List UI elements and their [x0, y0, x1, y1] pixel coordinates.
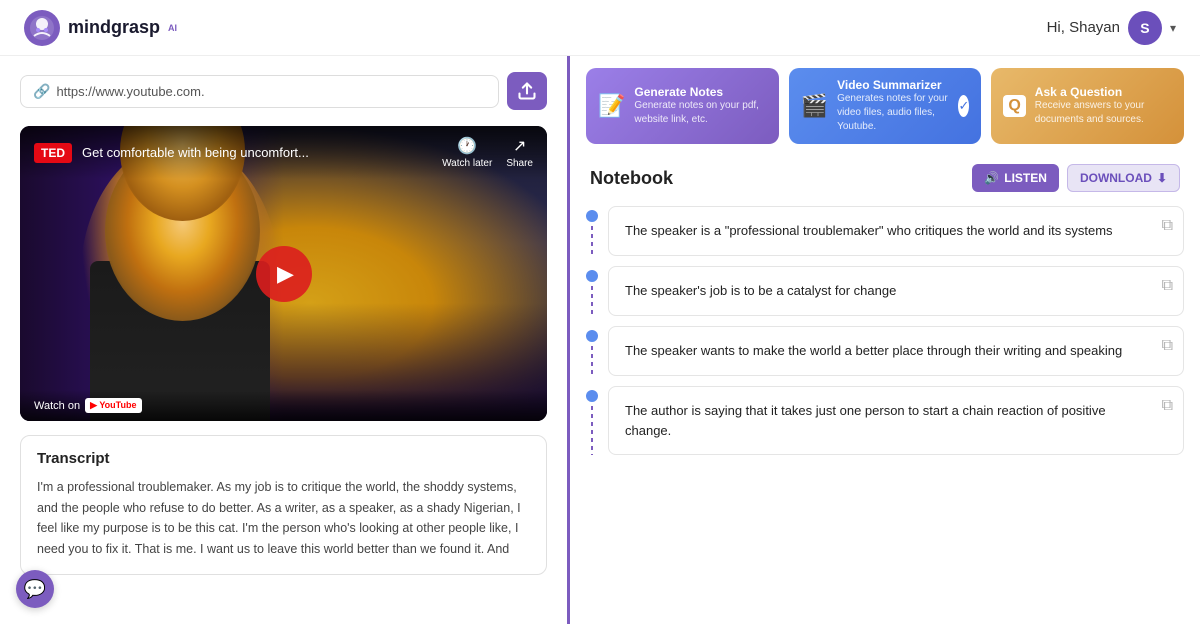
video-title: Get comfortable with being uncomfort... [82, 145, 432, 160]
greeting-text: Hi, Shayan [1047, 19, 1120, 36]
share-control[interactable]: ↗ Share [506, 136, 533, 169]
generate-text: Generate Notes Generate notes on your pd… [634, 85, 766, 127]
ask-desc: Receive answers to your documents and so… [1035, 99, 1172, 127]
notebook-title: Notebook [590, 168, 673, 189]
notes-list: The speaker is a "professional troublema… [570, 198, 1200, 624]
note-dot-1 [586, 210, 598, 222]
upload-icon [517, 81, 537, 101]
note-dot-4 [586, 390, 598, 402]
list-item: The speaker's job is to be a catalyst fo… [586, 266, 1184, 316]
chat-bubble[interactable]: 💬 [16, 570, 54, 608]
note-text-1: The speaker is a "professional troublema… [625, 223, 1141, 238]
ask-title: Ask a Question [1035, 85, 1172, 99]
url-input-wrap: 🔗 [20, 75, 499, 108]
listen-label: LISTEN [1004, 171, 1047, 185]
feature-card-generate[interactable]: 📝 Generate Notes Generate notes on your … [586, 68, 779, 144]
list-item: The speaker wants to make the world a be… [586, 326, 1184, 376]
watch-on-label: Watch on [34, 400, 80, 412]
watch-later-control[interactable]: 🕐 Watch later [442, 136, 492, 169]
url-input[interactable] [56, 84, 486, 99]
watch-later-label: Watch later [442, 158, 492, 169]
note-card-4: The author is saying that it takes just … [608, 386, 1184, 455]
play-icon: ▶ [277, 261, 294, 287]
logo[interactable]: mindgrasp AI [24, 10, 177, 46]
ted-badge: TED [34, 143, 72, 163]
video-summarizer-icon: 🎬 [801, 93, 828, 119]
video-text: Video Summarizer Generates notes for you… [837, 78, 949, 134]
generate-desc: Generate notes on your pdf, website link… [634, 99, 766, 127]
note-dot-col-1 [586, 206, 598, 256]
note-line-3 [591, 346, 593, 376]
clock-icon: 🕐 [457, 136, 477, 156]
note-dot-col-3 [586, 326, 598, 376]
speaker-icon: 🔊 [984, 171, 999, 185]
left-panel: 🔗 TED Get comfortable with bei [0, 56, 570, 624]
note-line-2 [591, 286, 593, 316]
generate-title: Generate Notes [634, 85, 766, 99]
video-controls-top: 🕐 Watch later ↗ Share [442, 136, 533, 169]
listen-button[interactable]: 🔊 LISTEN [972, 164, 1059, 192]
video-check-icon: ✓ [958, 95, 969, 117]
copy-icon-4[interactable]: ⧉ [1162, 397, 1173, 415]
chevron-down-icon[interactable]: ▾ [1170, 21, 1176, 35]
upload-button[interactable] [507, 72, 547, 110]
note-card-2: The speaker's job is to be a catalyst fo… [608, 266, 1184, 316]
header-right: Hi, Shayan S ▾ [1047, 11, 1176, 45]
note-card-3: The speaker wants to make the world a be… [608, 326, 1184, 376]
header: mindgrasp AI Hi, Shayan S ▾ [0, 0, 1200, 56]
link-icon: 🔗 [33, 83, 50, 100]
watch-on-youtube: Watch on ▶ YouTube [34, 398, 142, 413]
copy-icon-3[interactable]: ⧉ [1162, 337, 1173, 355]
note-dot-col-2 [586, 266, 598, 316]
chat-icon: 💬 [24, 579, 46, 600]
main-layout: 🔗 TED Get comfortable with bei [0, 56, 1200, 624]
video-title-feat: Video Summarizer [837, 78, 949, 92]
logo-icon [24, 10, 60, 46]
copy-icon-1[interactable]: ⧉ [1162, 217, 1173, 235]
note-dot-3 [586, 330, 598, 342]
download-icon: ⬇ [1157, 171, 1167, 185]
notebook-header: Notebook 🔊 LISTEN DOWNLOAD ⬇ [570, 156, 1200, 198]
right-panel: 📝 Generate Notes Generate notes on your … [570, 56, 1200, 624]
transcript-title: Transcript [37, 450, 530, 467]
notebook-actions: 🔊 LISTEN DOWNLOAD ⬇ [972, 164, 1180, 192]
logo-sup: AI [168, 23, 177, 33]
video-container[interactable]: TED Get comfortable with being uncomfort… [20, 126, 547, 421]
download-label: DOWNLOAD [1080, 171, 1152, 185]
note-card-1: The speaker is a "professional troublema… [608, 206, 1184, 256]
url-bar: 🔗 [20, 72, 547, 110]
list-item: The author is saying that it takes just … [586, 386, 1184, 455]
transcript-box: Transcript I'm a professional troublemak… [20, 435, 547, 575]
note-line-4 [591, 406, 593, 455]
feature-card-ask[interactable]: Q Ask a Question Receive answers to your… [991, 68, 1184, 144]
note-text-2: The speaker's job is to be a catalyst fo… [625, 283, 924, 298]
note-text-3: The speaker wants to make the world a be… [625, 343, 1150, 358]
note-text-4: The author is saying that it takes just … [625, 403, 1106, 438]
feature-card-video[interactable]: 🎬 Video Summarizer Generates notes for y… [789, 68, 982, 144]
download-button[interactable]: DOWNLOAD ⬇ [1067, 164, 1180, 192]
note-dot-2 [586, 270, 598, 282]
list-item: The speaker is a "professional troublema… [586, 206, 1184, 256]
ask-text: Ask a Question Receive answers to your d… [1035, 85, 1172, 127]
share-icon: ↗ [513, 136, 526, 156]
play-button[interactable]: ▶ [256, 246, 312, 302]
avatar[interactable]: S [1128, 11, 1162, 45]
copy-icon-2[interactable]: ⧉ [1162, 277, 1173, 295]
feature-strip: 📝 Generate Notes Generate notes on your … [570, 56, 1200, 156]
transcript-text: I'm a professional troublemaker. As my j… [37, 477, 530, 560]
generate-icon: 📝 [598, 93, 625, 119]
video-desc: Generates notes for your video files, au… [837, 92, 949, 134]
ask-icon: Q [1003, 95, 1025, 117]
youtube-logo: ▶ YouTube [85, 398, 141, 413]
note-line-1 [591, 226, 593, 256]
share-label: Share [506, 158, 533, 169]
note-dot-col-4 [586, 386, 598, 455]
logo-text: mindgrasp [68, 17, 160, 38]
